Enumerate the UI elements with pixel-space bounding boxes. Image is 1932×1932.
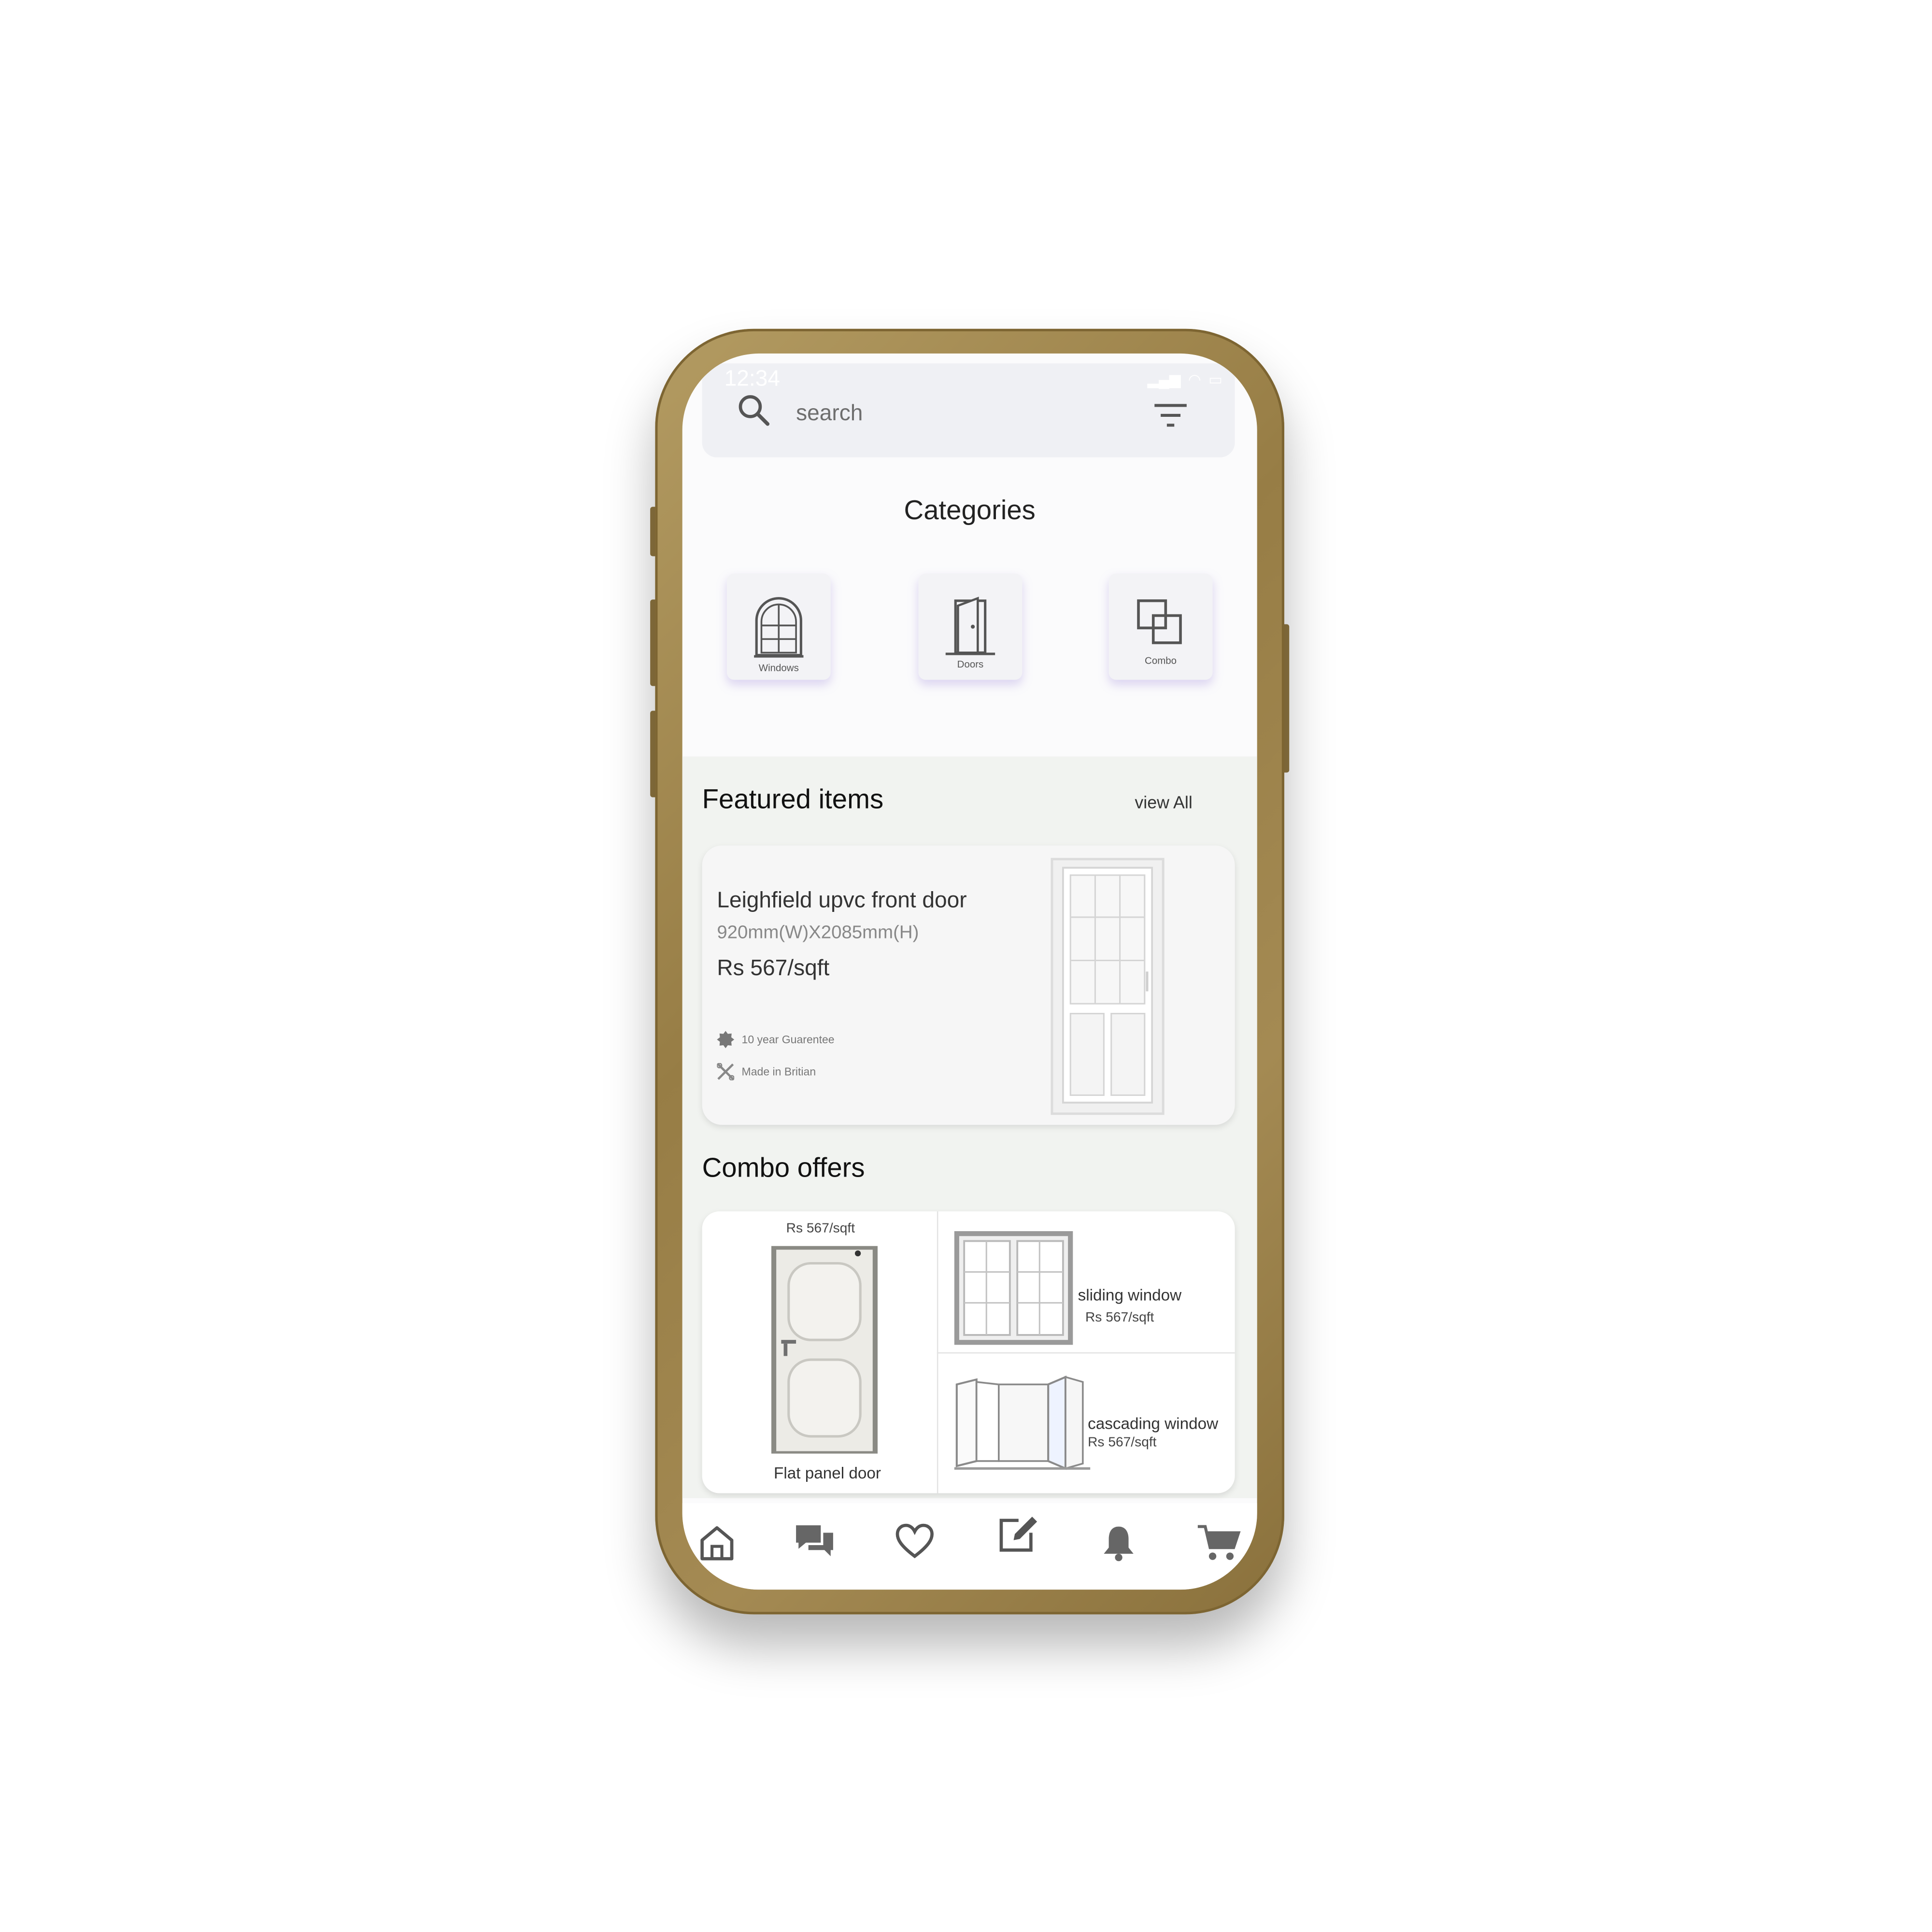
filter-icon[interactable] bbox=[1153, 402, 1188, 429]
cascading-window-image bbox=[954, 1375, 1091, 1470]
combo-offers-card: Rs 567/sqft Flat panel door sliding wind… bbox=[702, 1211, 1235, 1493]
combo-item-sliding-window[interactable]: sliding window Rs 567/sqft bbox=[937, 1211, 1235, 1354]
status-time: 12:34 bbox=[724, 366, 780, 391]
categories-title: Categories bbox=[904, 494, 1036, 526]
feature-origin: Made in Britian bbox=[717, 1063, 816, 1080]
sliding-window-image bbox=[954, 1231, 1073, 1345]
product-dimensions: 920mm(W)X2085mm(H) bbox=[717, 922, 919, 943]
combo-item-name: sliding window bbox=[1078, 1285, 1182, 1304]
edit-icon[interactable] bbox=[996, 1513, 1038, 1555]
feature-text: Made in Britian bbox=[741, 1065, 816, 1078]
combo-item-price: Rs 567/sqft bbox=[1088, 1435, 1157, 1450]
wifi-icon: ◠ bbox=[1188, 370, 1201, 388]
bell-icon[interactable] bbox=[1100, 1523, 1137, 1563]
battery-icon: ▭ bbox=[1208, 370, 1223, 388]
category-label: Windows bbox=[758, 662, 799, 674]
combo-item-name: cascading window bbox=[1088, 1414, 1219, 1433]
product-name: Leighfield upvc front door bbox=[717, 887, 967, 912]
search-input[interactable]: search bbox=[796, 400, 863, 426]
home-icon[interactable] bbox=[697, 1523, 737, 1563]
phone-screen: search 12:34 ▂▄▆ ◠ ▭ Categories Windows … bbox=[682, 353, 1257, 1590]
status-icons: ▂▄▆ ◠ ▭ bbox=[1147, 371, 1222, 388]
search-icon[interactable] bbox=[737, 393, 771, 428]
cart-icon[interactable] bbox=[1196, 1523, 1241, 1563]
featured-title: Featured items bbox=[702, 783, 884, 815]
feature-guarantee: 10 year Guarentee bbox=[717, 1031, 835, 1049]
combo-title: Combo offers bbox=[702, 1152, 865, 1183]
combo-item-name: Flat panel door bbox=[774, 1463, 881, 1482]
arched-window-icon bbox=[754, 597, 804, 658]
combo-squares-icon bbox=[1137, 599, 1182, 644]
product-price: Rs 567/sqft bbox=[717, 955, 830, 980]
chat-icon[interactable] bbox=[794, 1523, 836, 1560]
phone-frame: search 12:34 ▂▄▆ ◠ ▭ Categories Windows … bbox=[655, 328, 1285, 1615]
category-label: Doors bbox=[957, 659, 984, 670]
featured-product-card[interactable]: Leighfield upvc front door 920mm(W)X2085… bbox=[702, 845, 1235, 1125]
badge-icon bbox=[717, 1031, 735, 1049]
category-windows[interactable]: Windows bbox=[726, 573, 831, 680]
category-doors[interactable]: Doors bbox=[918, 573, 1023, 680]
feature-text: 10 year Guarentee bbox=[741, 1033, 835, 1046]
view-all-link[interactable]: view All bbox=[1135, 792, 1192, 812]
combo-item-price: Rs 567/sqft bbox=[1085, 1310, 1154, 1325]
combo-item-price: Rs 567/sqft bbox=[786, 1221, 855, 1236]
door-icon bbox=[945, 597, 995, 655]
combo-item-flat-panel-door[interactable]: Rs 567/sqft Flat panel door bbox=[702, 1211, 938, 1493]
tools-icon bbox=[717, 1063, 735, 1080]
category-label: Combo bbox=[1145, 655, 1177, 667]
bottom-navigation bbox=[682, 1503, 1257, 1590]
heart-icon[interactable] bbox=[895, 1523, 935, 1560]
upvc-door-image bbox=[1051, 858, 1165, 1115]
category-combo[interactable]: Combo bbox=[1108, 573, 1213, 680]
signal-icon: ▂▄▆ bbox=[1147, 370, 1181, 388]
mockup-canvas: search 12:34 ▂▄▆ ◠ ▭ Categories Windows … bbox=[0, 0, 1932, 1932]
combo-item-cascading-window[interactable]: cascading window Rs 567/sqft bbox=[937, 1352, 1235, 1493]
flat-panel-door-image bbox=[771, 1246, 878, 1454]
